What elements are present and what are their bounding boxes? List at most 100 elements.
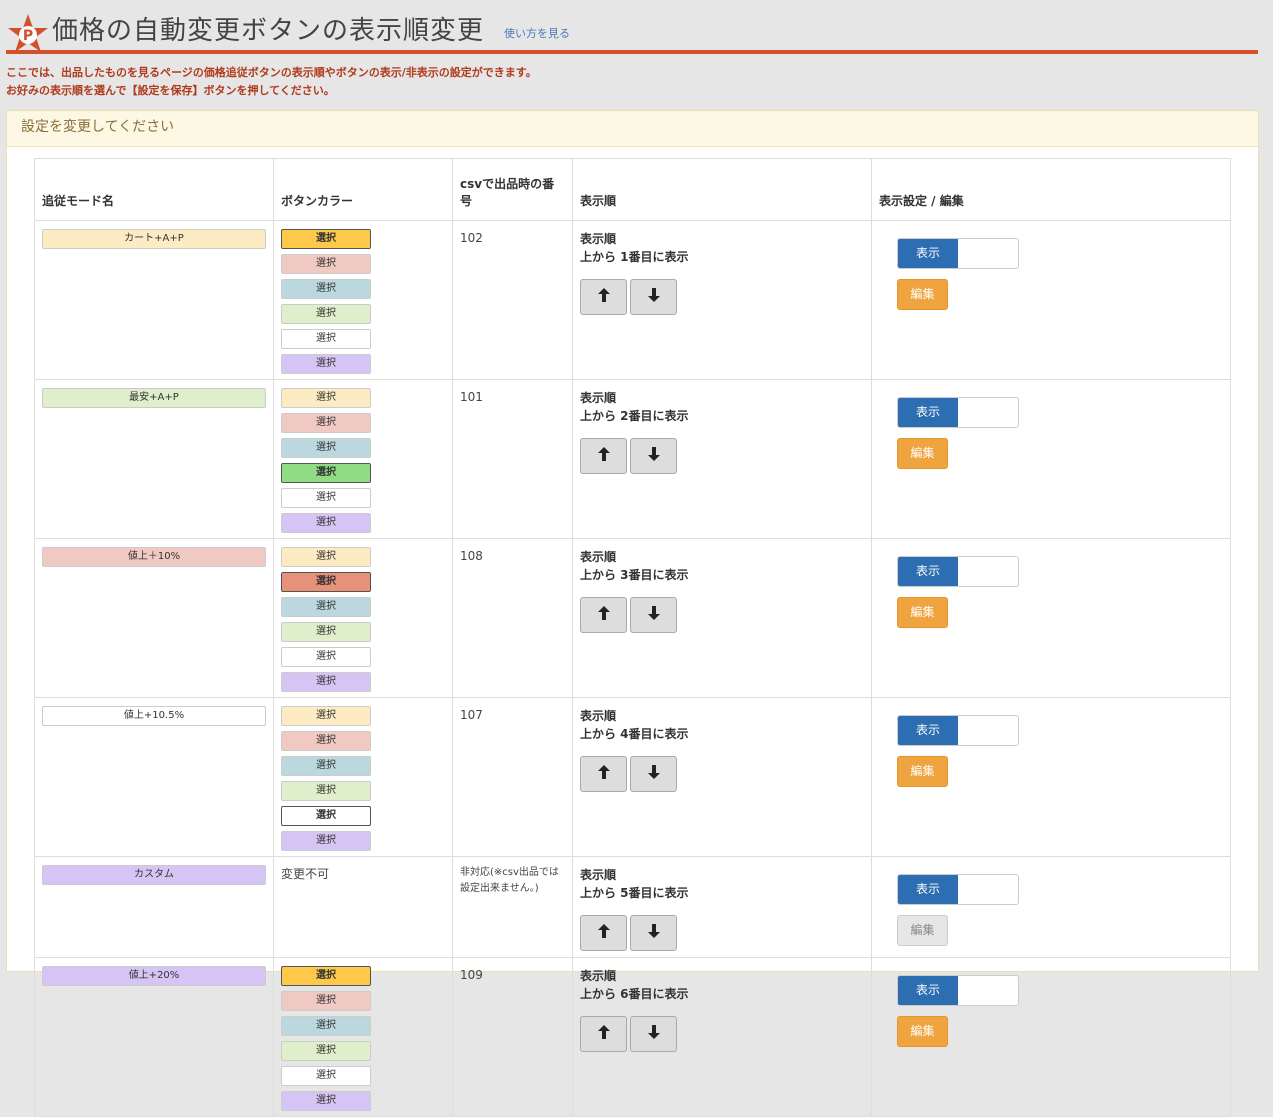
- order-label: 表示順: [580, 868, 617, 882]
- move-down-button[interactable]: [630, 756, 677, 792]
- edit-button[interactable]: 編集: [897, 597, 948, 628]
- visibility-toggle[interactable]: 表示: [897, 238, 1019, 269]
- order-cell: 表示順 上から 5番目に表示: [572, 856, 872, 958]
- color-option-button[interactable]: 選択: [281, 806, 371, 826]
- table-row: カスタム 変更不可 非対応(※csv出品では設定出来ません。) 表示順 上から …: [34, 856, 1231, 958]
- color-option-button[interactable]: 選択: [281, 438, 371, 458]
- visibility-toggle[interactable]: 表示: [897, 715, 1019, 746]
- color-option-button[interactable]: 選択: [281, 781, 371, 801]
- visibility-toggle[interactable]: 表示: [897, 874, 1019, 905]
- color-option-button[interactable]: 選択: [281, 647, 371, 667]
- csv-number: 102: [460, 231, 483, 245]
- color-option-button[interactable]: 選択: [281, 672, 371, 692]
- color-option-button[interactable]: 選択: [281, 622, 371, 642]
- edit-button[interactable]: 編集: [897, 279, 948, 310]
- header-csv: csvで出品時の番号: [452, 158, 573, 221]
- color-option-button[interactable]: 選択: [281, 991, 371, 1011]
- mode-name-badge: 値上＋10%: [42, 547, 266, 567]
- color-option-button[interactable]: 選択: [281, 1016, 371, 1036]
- color-option-button[interactable]: 選択: [281, 547, 371, 567]
- move-up-button[interactable]: [580, 1016, 627, 1052]
- color-option-button[interactable]: 選択: [281, 756, 371, 776]
- color-option-button[interactable]: 選択: [281, 572, 371, 592]
- color-option-button[interactable]: 選択: [281, 706, 371, 726]
- actions-cell: 表示 編集: [871, 697, 1231, 857]
- arrow-down-icon: [647, 605, 660, 625]
- table-row: 最安+A+P 選択 選択 選択 選択 選択 選択 101 表示順 上から 2番目に表示: [34, 379, 1231, 539]
- table-row: カート+A+P 選択 選択 選択 選択 選択 選択 102 表示順 上から 1番目に表示: [34, 220, 1231, 380]
- color-option-button[interactable]: 選択: [281, 513, 371, 533]
- logo-letter: P: [23, 28, 33, 44]
- move-down-button[interactable]: [630, 1016, 677, 1052]
- csv-cell: 101: [452, 379, 573, 539]
- color-option-button[interactable]: 選択: [281, 279, 371, 299]
- header-mode: 追従モード名: [34, 158, 274, 221]
- color-option-button[interactable]: 選択: [281, 966, 371, 986]
- move-up-button[interactable]: [580, 915, 627, 951]
- move-up-button[interactable]: [580, 279, 627, 315]
- visibility-toggle[interactable]: 表示: [897, 556, 1019, 587]
- mode-cell: 値上＋10%: [34, 538, 274, 698]
- move-up-button[interactable]: [580, 438, 627, 474]
- mode-name-badge: 値上+10.5%: [42, 706, 266, 726]
- header-actions: 表示設定 / 編集: [871, 158, 1231, 221]
- arrow-up-icon: [597, 923, 610, 943]
- order-cell: 表示順 上から 3番目に表示: [572, 538, 872, 698]
- edit-button[interactable]: 編集: [897, 438, 948, 469]
- header-color: ボタンカラー: [273, 158, 453, 221]
- move-down-button[interactable]: [630, 279, 677, 315]
- move-down-button[interactable]: [630, 597, 677, 633]
- arrow-down-icon: [647, 764, 660, 784]
- color-cell: 選択 選択 選択 選択 選択 選択: [273, 697, 453, 857]
- move-up-button[interactable]: [580, 756, 627, 792]
- arrow-up-icon: [597, 605, 610, 625]
- move-up-button[interactable]: [580, 597, 627, 633]
- order-label: 表示順: [580, 969, 617, 983]
- table-row: 値上+10.5% 選択 選択 選択 選択 選択 選択 107 表示順 上から 4番目に表示: [34, 697, 1231, 857]
- page-title: 価格の自動変更ボタンの表示順変更: [52, 16, 485, 46]
- color-option-button[interactable]: 選択: [281, 329, 371, 349]
- order-table: 追従モード名 ボタンカラー csvで出品時の番号 表示順 表示設定 / 編集 カ…: [34, 158, 1231, 1117]
- color-fixed-text: 変更不可: [281, 867, 330, 881]
- color-option-button[interactable]: 選択: [281, 731, 371, 751]
- arrow-up-icon: [597, 1024, 610, 1044]
- color-option-button[interactable]: 選択: [281, 254, 371, 274]
- actions-cell: 表示 編集: [871, 856, 1231, 958]
- color-option-button[interactable]: 選択: [281, 229, 371, 249]
- mode-cell: カート+A+P: [34, 220, 274, 380]
- order-position: 上から 4番目に表示: [580, 727, 689, 741]
- color-option-button[interactable]: 選択: [281, 304, 371, 324]
- color-option-button[interactable]: 選択: [281, 831, 371, 851]
- edit-button[interactable]: 編集: [897, 1016, 948, 1047]
- color-option-button[interactable]: 選択: [281, 1041, 371, 1061]
- color-option-button[interactable]: 選択: [281, 413, 371, 433]
- order-position: 上から 1番目に表示: [580, 250, 689, 264]
- color-option-button[interactable]: 選択: [281, 388, 371, 408]
- move-down-button[interactable]: [630, 438, 677, 474]
- arrow-up-icon: [597, 446, 610, 466]
- order-label: 表示順: [580, 709, 617, 723]
- howto-link[interactable]: 使い方を見る: [504, 25, 570, 41]
- arrow-up-icon: [597, 287, 610, 307]
- notice: ここでは、出品したものを見るページの価格追従ボタンの表示順やボタンの表示/非表示…: [6, 64, 537, 100]
- color-option-button[interactable]: 選択: [281, 1091, 371, 1111]
- arrow-down-icon: [647, 446, 660, 466]
- actions-cell: 表示 編集: [871, 379, 1231, 539]
- color-option-button[interactable]: 選択: [281, 1066, 371, 1086]
- visibility-toggle[interactable]: 表示: [897, 397, 1019, 428]
- color-option-button[interactable]: 選択: [281, 463, 371, 483]
- color-cell: 変更不可: [273, 856, 453, 958]
- color-option-button[interactable]: 選択: [281, 354, 371, 374]
- color-cell: 選択 選択 選択 選択 選択 選択: [273, 957, 453, 1117]
- color-option-button[interactable]: 選択: [281, 488, 371, 508]
- mode-cell: 最安+A+P: [34, 379, 274, 539]
- arrow-down-icon: [647, 1024, 660, 1044]
- arrow-down-icon: [647, 287, 660, 307]
- visibility-toggle[interactable]: 表示: [897, 975, 1019, 1006]
- edit-button[interactable]: 編集: [897, 756, 948, 787]
- color-option-button[interactable]: 選択: [281, 597, 371, 617]
- table-row: 値上+20% 選択 選択 選択 選択 選択 選択 109 表示順 上から 6番目に表示: [34, 957, 1231, 1117]
- mode-cell: 値上+10.5%: [34, 697, 274, 857]
- show-toggle-label: 表示: [898, 976, 958, 1005]
- move-down-button[interactable]: [630, 915, 677, 951]
